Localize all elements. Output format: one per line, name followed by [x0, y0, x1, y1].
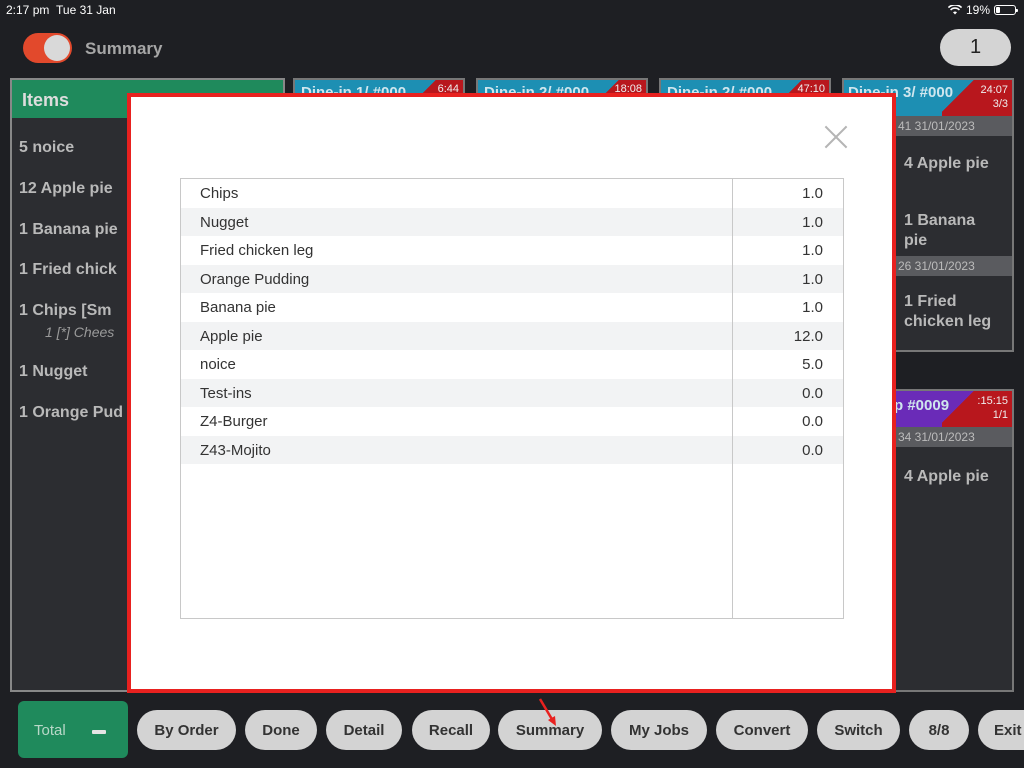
item-name: Z43-Mojito — [200, 441, 271, 459]
item-qty: 1.0 — [802, 270, 823, 288]
order-card-item: 1 Fried — [904, 293, 957, 310]
item-name: Z4-Burger — [200, 413, 268, 430]
status-time: 2:17 pm Tue 31 Jan — [6, 3, 116, 17]
item-name: Chips — [200, 185, 239, 202]
order-card-item: pie — [904, 232, 928, 249]
table-row[interactable]: Apple pie 12.0 — [181, 321, 843, 350]
item-qty: 12.0 — [793, 327, 823, 345]
item-qty: 0.0 — [802, 384, 823, 402]
item-qty: 0.0 — [802, 441, 823, 459]
item-qty: 5.0 — [802, 356, 823, 373]
order-card-item: 4 Apple pie — [904, 155, 989, 172]
order-card-timer: :15:15 1/1 — [942, 391, 1012, 427]
column-divider — [732, 179, 733, 618]
done-button[interactable]: Done — [245, 710, 317, 750]
table-row[interactable]: Nugget 1.0 — [181, 207, 843, 236]
list-item-modifier: 1 [*] Chees — [45, 324, 115, 340]
order-card-item: 4 Apple pie — [904, 468, 989, 485]
item-name: Apple pie — [200, 327, 263, 345]
item-qty: 1.0 — [802, 185, 823, 202]
table-row[interactable]: Chips 1.0 — [181, 179, 843, 208]
item-qty: 1.0 — [802, 242, 823, 259]
total-button[interactable]: Total — [18, 701, 128, 758]
item-qty: 1.0 — [802, 299, 823, 316]
convert-button[interactable]: Convert — [716, 710, 808, 750]
close-icon[interactable] — [823, 124, 849, 150]
list-item[interactable]: 5 noice — [19, 139, 74, 157]
exit-button[interactable]: Exit — [978, 710, 1024, 750]
page-title: Summary — [85, 39, 163, 58]
item-name: noice — [200, 356, 236, 373]
list-item[interactable]: 1 Fried chick — [19, 261, 117, 279]
status-bar: 2:17 pm Tue 31 Jan 19% — [0, 0, 1024, 20]
my-jobs-button[interactable]: My Jobs — [611, 710, 707, 750]
order-count-badge[interactable]: 1 — [940, 29, 1011, 66]
table-row[interactable]: Fried chicken leg 1.0 — [181, 236, 843, 265]
battery-icon — [994, 5, 1018, 15]
summary-table: Chips 1.0 Nugget 1.0 Fried chicken leg 1.0 … — [180, 178, 844, 619]
item-name: Banana pie — [200, 299, 276, 316]
recall-button[interactable]: Recall — [412, 710, 490, 750]
list-item[interactable]: 1 Banana pie — [19, 221, 118, 239]
table-row[interactable]: Test-ins 0.0 — [181, 378, 843, 407]
item-qty: 1.0 — [802, 213, 823, 231]
table-row[interactable]: Z43-Mojito 0.0 — [181, 435, 843, 464]
item-name: Nugget — [200, 213, 249, 231]
status-right: 19% — [947, 3, 1018, 17]
table-row[interactable]: noice 5.0 — [181, 350, 843, 379]
list-item[interactable]: 1 Nugget — [19, 363, 87, 381]
annotation-arrow-icon — [538, 698, 556, 726]
page-indicator-button[interactable]: 8/8 — [909, 710, 969, 750]
order-card-item: 1 Banana — [904, 212, 976, 229]
wifi-icon — [947, 5, 962, 15]
item-name: Orange Pudding — [200, 270, 310, 288]
battery-percent: 19% — [965, 3, 990, 17]
table-row[interactable]: Z4-Burger 0.0 — [181, 407, 843, 436]
total-label: Total — [34, 722, 66, 739]
order-card-title: p #0009 — [894, 397, 950, 414]
list-item[interactable]: 1 Chips [Sm — [19, 302, 111, 320]
minus-icon — [92, 730, 106, 734]
detail-button[interactable]: Detail — [326, 710, 402, 750]
table-row[interactable]: Orange Pudding 1.0 — [181, 264, 843, 293]
list-item[interactable]: 1 Orange Pud — [19, 404, 123, 422]
summary-toggle[interactable] — [23, 33, 72, 63]
by-order-button[interactable]: By Order — [137, 710, 236, 750]
toggle-knob — [44, 35, 70, 61]
list-item[interactable]: 12 Apple pie — [19, 180, 113, 198]
item-name: Test-ins — [200, 384, 252, 402]
order-card-item: chicken leg — [904, 313, 992, 330]
order-card-timer: 24:07 3/3 — [942, 80, 1012, 116]
switch-button[interactable]: Switch — [817, 710, 900, 750]
table-row[interactable]: Banana pie 1.0 — [181, 293, 843, 322]
summary-modal: Chips 1.0 Nugget 1.0 Fried chicken leg 1.0 … — [127, 93, 896, 693]
item-name: Fried chicken leg — [200, 242, 314, 259]
item-qty: 0.0 — [802, 413, 823, 430]
